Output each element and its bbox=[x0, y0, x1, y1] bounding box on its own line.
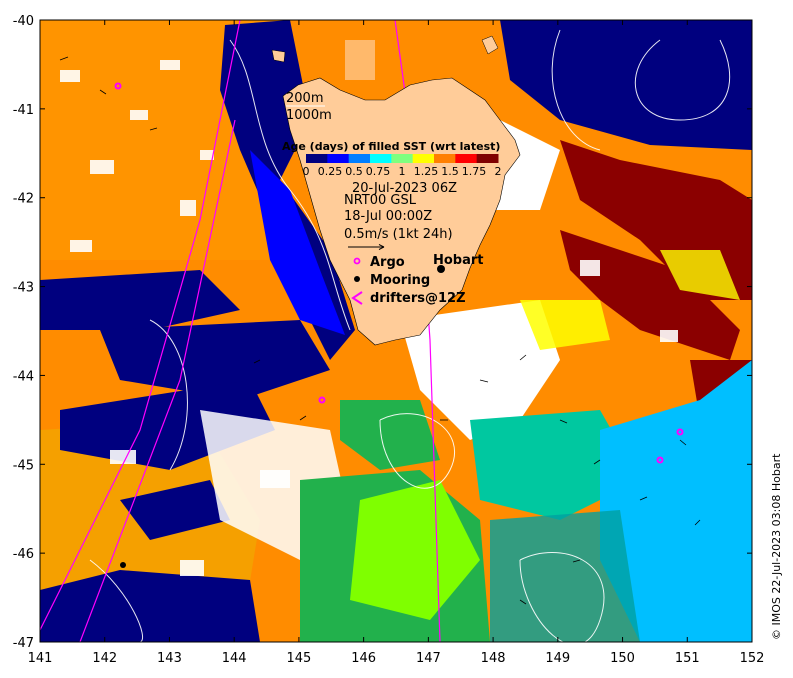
longitude-tick-label: 146 bbox=[351, 651, 376, 666]
latitude-tick-label: -41 bbox=[13, 103, 34, 118]
latitude-tick-label: -44 bbox=[13, 369, 34, 384]
latitude-tick-label: -47 bbox=[13, 636, 34, 651]
longitude-tick-label: 141 bbox=[28, 651, 53, 666]
latitude-tick-label: -43 bbox=[13, 281, 34, 296]
colorbar-segment bbox=[348, 154, 371, 163]
sst-age-map: Hobart 200m 1000m Age (days) of filled S… bbox=[13, 14, 765, 666]
colorbar-segment bbox=[306, 154, 328, 163]
imos-credit: © IMOS 22-Jul-2023 03:08 Hobart bbox=[770, 453, 783, 640]
latitude-tick-label: -45 bbox=[13, 458, 34, 473]
colorbar-segment bbox=[455, 154, 478, 163]
latitude-tick-label: -40 bbox=[13, 14, 34, 29]
colorbar-tick-label: 2 bbox=[495, 165, 502, 178]
colorbar-title: Age (days) of filled SST (wrt latest) bbox=[282, 140, 500, 153]
longitude-tick-label: 143 bbox=[157, 651, 182, 666]
depth-1000-label: 1000m bbox=[286, 108, 332, 123]
longitude-tick-label: 149 bbox=[545, 651, 570, 666]
speed-scale-label: 0.5m/s (1kt 24h) bbox=[344, 227, 453, 242]
longitude-tick-label: 145 bbox=[286, 651, 311, 666]
mooring-legend-icon bbox=[354, 276, 360, 282]
longitude-tick-label: 150 bbox=[610, 651, 635, 666]
colorbar-segment bbox=[412, 154, 435, 163]
king-island bbox=[271, 49, 286, 63]
argo-legend-label: Argo bbox=[370, 255, 405, 270]
colorbar-tick-label: 0.75 bbox=[366, 165, 391, 178]
longitude-tick-label: 148 bbox=[481, 651, 506, 666]
latitude-tick-label: -46 bbox=[13, 547, 34, 562]
drifters-legend-label: drifters@12Z bbox=[370, 291, 466, 306]
colorbar-segment bbox=[370, 154, 392, 163]
longitude-tick-label: 142 bbox=[92, 651, 117, 666]
colorbar-tick-label: 1.5 bbox=[441, 165, 459, 178]
colorbar-segment bbox=[327, 154, 350, 163]
mooring-marker bbox=[120, 562, 126, 568]
south-teal bbox=[490, 510, 640, 642]
longitude-tick-label: 144 bbox=[222, 651, 247, 666]
longitude-tick-label: 151 bbox=[675, 651, 700, 666]
colorbar-segment bbox=[476, 154, 499, 163]
colorbar-tick-label: 1.75 bbox=[462, 165, 487, 178]
longitude-tick-label: 152 bbox=[740, 651, 765, 666]
product-name: NRT00 GSL bbox=[344, 193, 417, 208]
colorbar-tick-label: 0.5 bbox=[345, 165, 363, 178]
hobart-label: Hobart bbox=[433, 253, 484, 268]
colorbar-tick-label: 1 bbox=[399, 165, 406, 178]
product-date: 18-Jul 00:00Z bbox=[344, 209, 432, 224]
colorbar-tick-label: 0.25 bbox=[318, 165, 343, 178]
colorbar-tick-labels: 0 0.25 0.5 0.75 1 1.25 1.5 1.75 2 bbox=[303, 165, 502, 178]
bass-strait-land bbox=[345, 40, 375, 80]
latitude-tick-label: -42 bbox=[13, 192, 34, 207]
colorbar-segment bbox=[434, 154, 456, 163]
sst-age-colorbar bbox=[306, 154, 499, 163]
longitude-tick-labels: 141 142 143 144 145 146 147 148 149 150 151 152 bbox=[28, 651, 765, 666]
colorbar-tick-label: 0 bbox=[303, 165, 310, 178]
latitude-tick-labels: -40 -41 -42 -43 -44 -45 -46 -47 bbox=[13, 14, 34, 651]
longitude-tick-label: 147 bbox=[416, 651, 441, 666]
depth-200-label: 200m bbox=[286, 91, 323, 106]
colorbar-tick-label: 1.25 bbox=[414, 165, 439, 178]
colorbar-segment bbox=[391, 154, 414, 163]
mooring-legend-label: Mooring bbox=[370, 273, 430, 288]
